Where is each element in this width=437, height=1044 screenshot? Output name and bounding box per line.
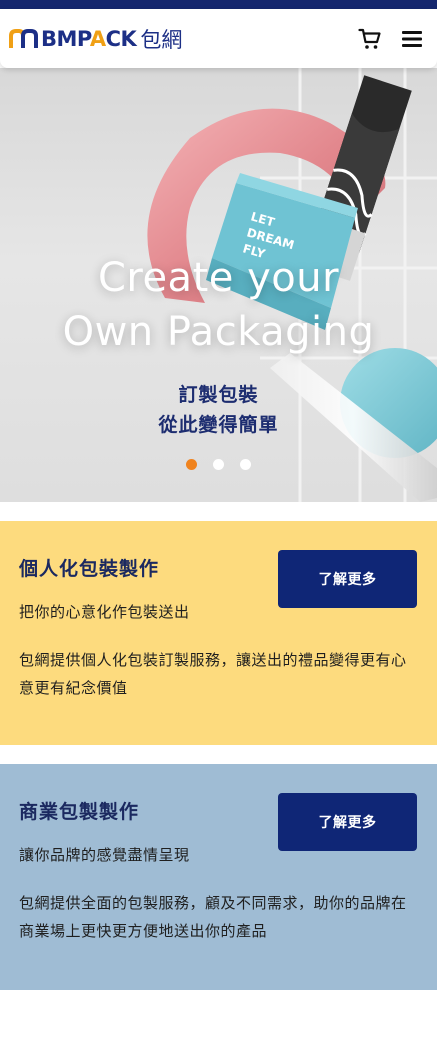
- hero-subtitle: 訂製包裝 從此變得簡單: [158, 384, 279, 436]
- carousel-dot-1[interactable]: [186, 459, 197, 470]
- site-header: BMPACK 包網: [0, 9, 437, 68]
- card-tagline: 把你的心意化作包裝送出: [19, 603, 190, 621]
- card-description: 包網提供個人化包裝訂製服務，讓送出的禮品變得更有心意更有紀念價值: [19, 651, 407, 697]
- menu-button[interactable]: [399, 26, 425, 52]
- hero-banner[interactable]: LET DREAM FLY Create your Own Packaging …: [0, 68, 437, 502]
- card-title: 商業包製製作: [19, 801, 140, 823]
- logo-wordmark: BMPACK: [41, 26, 137, 51]
- top-color-strip: [0, 0, 437, 9]
- learn-more-button[interactable]: 了解更多: [278, 793, 417, 851]
- carousel-dots: [0, 459, 437, 470]
- personal-packaging-card: 個人化包裝製作 把你的心意化作包裝送出 包網提供個人化包裝訂製服務，讓送出的禮品…: [0, 521, 437, 745]
- card-tagline: 讓你品牌的感覺盡情呈現: [19, 846, 190, 864]
- cart-button[interactable]: [357, 26, 383, 52]
- carousel-dot-3[interactable]: [240, 459, 251, 470]
- learn-more-button[interactable]: 了解更多: [278, 550, 417, 608]
- card-description: 包網提供全面的包製服務，顧及不同需求，助你的品牌在商業場上更快更方便地送出你的產…: [19, 894, 407, 940]
- logo-chinese-name: 包網: [140, 27, 183, 52]
- card-title: 個人化包裝製作: [19, 558, 160, 580]
- brand-logo[interactable]: BMPACK 包網: [9, 19, 182, 59]
- business-packaging-card: 商業包製製作 讓你品牌的感覺盡情呈現 包網提供全面的包製服務，顧及不同需求，助你…: [0, 764, 437, 990]
- hero-title: Create your Own Packaging: [62, 255, 375, 355]
- hamburger-menu-icon: [402, 30, 422, 47]
- carousel-dot-2[interactable]: [213, 459, 224, 470]
- logo-mark-icon: [9, 28, 38, 48]
- cart-icon: [358, 28, 381, 49]
